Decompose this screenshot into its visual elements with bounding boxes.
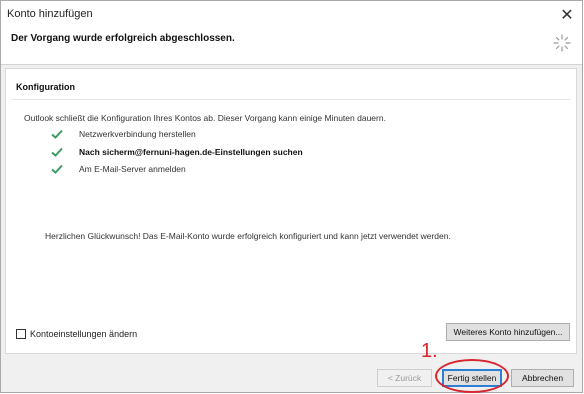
checkmark-icon bbox=[51, 129, 63, 139]
title-bar: Konto hinzufügen ✕ bbox=[1, 1, 582, 28]
congratulations-text: Herzlichen Glückwunsch! Das E-Mail-Konto… bbox=[45, 231, 451, 241]
add-another-account-button[interactable]: Weiteres Konto hinzufügen... bbox=[446, 323, 570, 341]
change-settings-checkbox-row[interactable]: Kontoeinstellungen ändern bbox=[16, 329, 137, 339]
close-icon: ✕ bbox=[560, 6, 574, 24]
annotation-number: 1. bbox=[421, 340, 438, 362]
cancel-button[interactable]: Abbrechen bbox=[511, 369, 574, 387]
section-title: Konfiguration bbox=[16, 82, 75, 92]
header-panel: Der Vorgang wurde erfolgreich abgeschlos… bbox=[1, 28, 582, 65]
step-item: Netzwerkverbindung herstellen bbox=[51, 129, 196, 139]
annotation-circle bbox=[435, 359, 509, 393]
checkmark-icon bbox=[51, 164, 63, 174]
step-label: Nach sicherm@fernuni-hagen.de-Einstellun… bbox=[79, 147, 303, 157]
step-item: Nach sicherm@fernuni-hagen.de-Einstellun… bbox=[51, 147, 303, 157]
configuration-panel: Konfiguration Outlook schließt die Konfi… bbox=[5, 68, 577, 354]
step-item: Am E-Mail-Server anmelden bbox=[51, 164, 186, 174]
dialog-window: Konto hinzufügen ✕ Der Vorgang wurde erf… bbox=[0, 0, 583, 393]
progress-spinner-icon bbox=[553, 34, 571, 52]
change-settings-checkbox[interactable] bbox=[16, 329, 26, 339]
window-title: Konto hinzufügen bbox=[7, 8, 93, 20]
step-label: Netzwerkverbindung herstellen bbox=[79, 129, 196, 139]
intro-text: Outlook schließt die Konfiguration Ihres… bbox=[24, 113, 386, 123]
step-label: Am E-Mail-Server anmelden bbox=[79, 164, 186, 174]
status-message: Der Vorgang wurde erfolgreich abgeschlos… bbox=[11, 33, 235, 44]
back-button[interactable]: < Zurück bbox=[377, 369, 432, 387]
close-button[interactable]: ✕ bbox=[552, 1, 582, 28]
checkbox-label: Kontoeinstellungen ändern bbox=[30, 329, 138, 339]
section-divider bbox=[12, 99, 570, 100]
checkmark-icon bbox=[51, 147, 63, 157]
